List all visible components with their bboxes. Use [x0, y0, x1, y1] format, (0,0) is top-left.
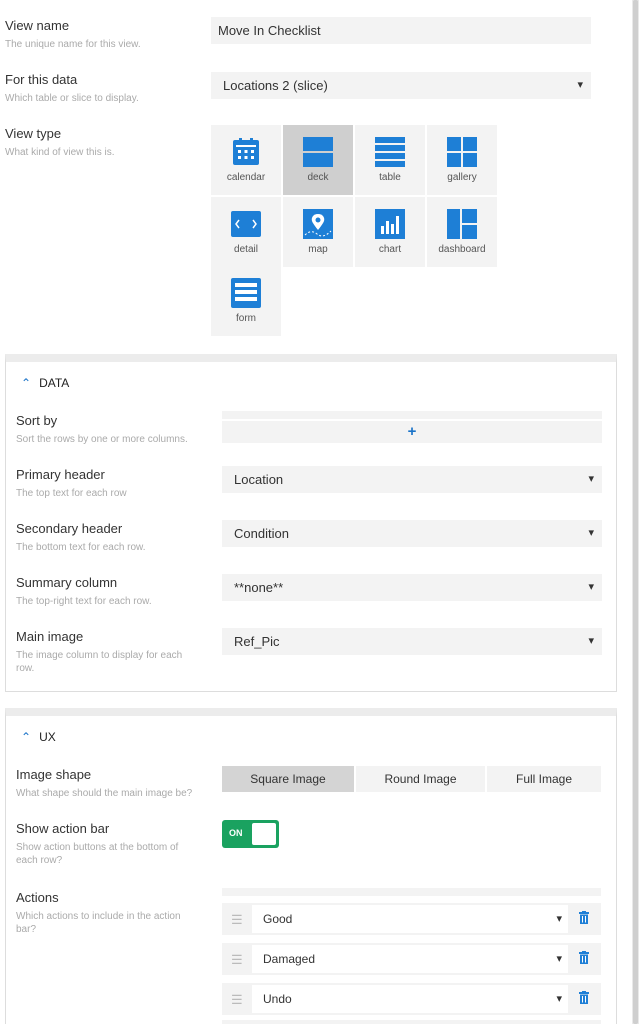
view-type-label-gallery: gallery — [447, 172, 477, 183]
actions-label: Actions — [16, 890, 59, 905]
view-type-dashboard[interactable]: dashboard — [427, 197, 497, 267]
action-select[interactable]: Undo — [252, 985, 568, 1013]
show-action-bar-toggle[interactable]: ON — [222, 820, 279, 848]
map-icon — [303, 209, 333, 239]
view-type-row: View type What kind of view this is. — [5, 126, 114, 159]
action-select[interactable]: Damaged — [252, 945, 568, 973]
main-image-hint: The image column to display for each row… — [16, 650, 183, 674]
image-shape-square-button[interactable]: Square Image — [222, 766, 354, 792]
action-item: ☰ Undo — [222, 983, 601, 1015]
data-section-header[interactable]: ⌃ DATA — [21, 376, 69, 390]
sort-by-row: Sort by Sort the rows by one or more col… — [16, 413, 188, 446]
view-type-table[interactable]: table — [355, 125, 425, 195]
secondary-header-label: Secondary header — [16, 521, 123, 536]
image-shape-full-button[interactable]: Full Image — [487, 766, 601, 792]
toggle-state-text: ON — [229, 828, 243, 838]
scrollbar[interactable] — [632, 0, 639, 1024]
chevron-up-icon: ⌃ — [21, 376, 32, 390]
drag-handle-icon[interactable]: ☰ — [231, 912, 243, 928]
actions-hint: Which actions to include in the action b… — [16, 911, 181, 935]
data-section-title: DATA — [39, 376, 70, 390]
view-type-chart[interactable]: chart — [355, 197, 425, 267]
show-action-bar-row: Show action bar Show action buttons at t… — [16, 821, 201, 867]
deck-icon — [303, 137, 333, 167]
view-type-label-deck: deck — [307, 172, 329, 183]
form-icon — [231, 278, 261, 308]
primary-header-hint: The top text for each row — [16, 488, 127, 499]
secondary-header-hint: The bottom text for each row. — [16, 542, 146, 553]
ux-section: ⌃ UX Image shape What shape should the ma… — [5, 708, 617, 1024]
primary-header-select[interactable]: Location — [222, 466, 602, 493]
show-action-bar-hint: Show action buttons at the bottom of eac… — [16, 842, 179, 866]
for-data-row: For this data Which table or slice to di… — [5, 72, 139, 105]
view-type-form[interactable]: form — [211, 266, 281, 336]
for-data-select[interactable]: Locations 2 (slice) — [211, 72, 591, 99]
sort-by-list — [222, 411, 602, 419]
view-type-map[interactable]: map — [283, 197, 353, 267]
chevron-up-icon: ⌃ — [21, 730, 32, 744]
primary-header-row: Primary header The top text for each row — [16, 467, 127, 500]
view-type-gallery[interactable]: gallery — [427, 125, 497, 195]
drag-handle-icon[interactable]: ☰ — [231, 992, 243, 1008]
view-name-hint: The unique name for this view. — [5, 39, 141, 50]
ux-section-header[interactable]: ⌃ UX — [21, 730, 56, 744]
for-data-label: For this data — [5, 72, 78, 87]
secondary-header-select[interactable]: Condition — [222, 520, 602, 547]
main-image-label: Main image — [16, 629, 84, 644]
view-type-label-table: table — [379, 172, 401, 183]
scrollbar-thumb[interactable] — [633, 0, 638, 1024]
toggle-knob — [252, 823, 276, 845]
dashboard-icon — [447, 209, 477, 239]
calendar-icon — [233, 138, 259, 165]
view-type-deck[interactable]: deck — [283, 125, 353, 195]
summary-column-row: Summary column The top-right text for ea… — [16, 575, 152, 608]
action-item: ☰ Good — [222, 903, 601, 935]
view-type-label-chart: chart — [378, 244, 402, 255]
sort-by-label: Sort by — [16, 413, 58, 428]
drag-handle-icon[interactable]: ☰ — [231, 952, 243, 968]
image-shape-hint: What shape should the main image be? — [16, 788, 193, 799]
for-data-hint: Which table or slice to display. — [5, 93, 139, 104]
chart-icon — [375, 209, 405, 239]
secondary-header-row: Secondary header The bottom text for eac… — [16, 521, 146, 554]
summary-column-select[interactable]: **none** — [222, 574, 602, 601]
summary-column-hint: The top-right text for each row. — [16, 596, 152, 607]
view-type-label-dashboard: dashboard — [438, 244, 486, 255]
show-action-bar-label: Show action bar — [16, 821, 110, 836]
primary-header-label: Primary header — [16, 467, 105, 482]
action-item: ☰ Damaged — [222, 943, 601, 975]
view-type-label-form: form — [236, 313, 256, 324]
actions-row: Actions Which actions to include in the … — [16, 890, 201, 936]
summary-column-label: Summary column — [16, 575, 118, 590]
view-name-label: View name — [5, 18, 70, 33]
image-shape-round-button[interactable]: Round Image — [356, 766, 485, 792]
trash-icon[interactable] — [579, 991, 589, 1004]
action-item-partial — [222, 1020, 601, 1024]
sort-by-add-button[interactable]: + — [222, 421, 602, 443]
detail-icon — [231, 211, 261, 237]
table-icon — [375, 137, 405, 167]
actions-list-top — [222, 888, 601, 896]
trash-icon[interactable] — [579, 951, 589, 964]
view-type-label: View type — [5, 126, 62, 141]
view-type-label-detail: detail — [234, 244, 258, 255]
trash-icon[interactable] — [579, 911, 589, 924]
image-shape-label: Image shape — [16, 767, 92, 782]
view-type-label-calendar: calendar — [226, 172, 266, 183]
gallery-icon — [447, 137, 477, 167]
sort-by-hint: Sort the rows by one or more columns. — [16, 434, 188, 445]
view-type-hint: What kind of view this is. — [5, 147, 115, 158]
view-name-row: View name The unique name for this view. — [5, 18, 141, 51]
view-type-calendar[interactable]: calendar — [211, 125, 281, 195]
main-image-row: Main image The image column to display f… — [16, 629, 201, 675]
view-type-detail[interactable]: detail — [211, 197, 281, 267]
ux-section-title: UX — [39, 730, 56, 744]
data-section: ⌃ DATA Sort by Sort the rows by one or mo… — [5, 354, 617, 692]
view-name-input[interactable]: Move In Checklist — [211, 17, 591, 44]
action-select[interactable]: Good — [252, 905, 568, 933]
image-shape-row: Image shape What shape should the main i… — [16, 767, 192, 800]
view-type-label-map: map — [308, 244, 328, 255]
main-image-select[interactable]: Ref_Pic — [222, 628, 602, 655]
